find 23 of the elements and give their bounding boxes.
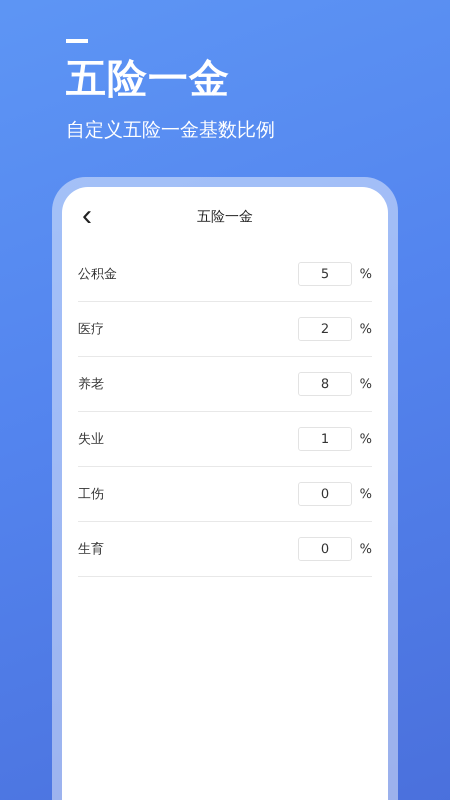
row-label: 医疗 xyxy=(78,321,105,338)
percent-unit: % xyxy=(358,322,372,336)
percent-field[interactable]: 2 xyxy=(298,317,352,341)
percent-unit: % xyxy=(358,486,372,502)
promo-title: 五险一金 xyxy=(66,55,231,103)
percent-field[interactable]: 5 xyxy=(298,262,352,286)
percent-unit: % xyxy=(358,542,372,556)
percent-field[interactable]: 1 xyxy=(298,427,352,451)
promo-subtitle: 自定义五险一金基数比例 xyxy=(66,118,276,143)
percent-field[interactable]: 0 xyxy=(298,537,352,561)
title-dash xyxy=(66,39,88,43)
percent-unit: % xyxy=(358,432,372,446)
back-button[interactable]: ‹ xyxy=(78,201,96,231)
row-label: 生育 xyxy=(78,540,105,558)
percent-field[interactable]: 8 xyxy=(298,372,352,396)
row-label: 公积金 xyxy=(78,266,118,283)
percent-unit: % xyxy=(358,266,372,282)
percent-unit: % xyxy=(358,376,372,392)
row-label: 失业 xyxy=(78,431,105,448)
screen-title: 五险一金 xyxy=(197,208,253,226)
row-label: 工伤 xyxy=(78,486,105,503)
row-label: 养老 xyxy=(78,376,105,393)
percent-field[interactable]: 0 xyxy=(298,482,352,506)
